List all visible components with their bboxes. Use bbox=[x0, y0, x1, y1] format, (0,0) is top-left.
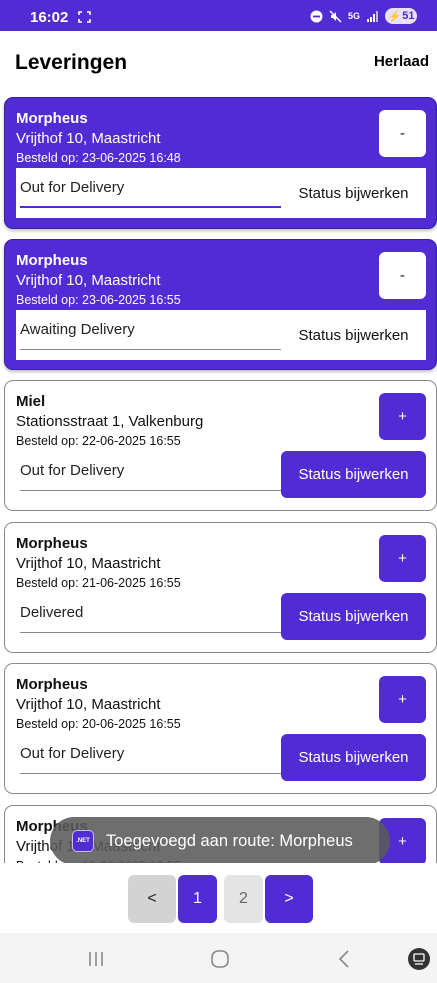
customer-name: Morpheus bbox=[16, 110, 88, 127]
delivery-address: Vrijthof 10, Maastricht bbox=[16, 555, 161, 572]
toast-text: Toegevoegd aan route: Morpheus bbox=[106, 831, 353, 850]
toggle-route-button[interactable]: - bbox=[379, 110, 426, 157]
page-1-button[interactable]: 1 bbox=[178, 875, 217, 923]
toggle-route-button[interactable]: - bbox=[379, 252, 426, 299]
delivery-card[interactable]: Morpheus Vrijthof 10, Maastricht Besteld… bbox=[4, 663, 437, 794]
keyboard-switch-icon[interactable] bbox=[407, 947, 431, 971]
delivery-address: Vrijthof 10, Maastricht bbox=[16, 130, 161, 147]
status-bar: 16:02 5G ⚡ 51 bbox=[0, 0, 437, 31]
delivery-address: Vrijthof 10, Maastricht bbox=[16, 272, 161, 289]
update-status-button[interactable]: Status bijwerken bbox=[281, 451, 426, 498]
update-status-button[interactable]: Status bijwerken bbox=[281, 310, 426, 360]
toggle-route-button[interactable]: + bbox=[379, 393, 426, 440]
customer-name: Morpheus bbox=[16, 676, 88, 693]
delivery-address: Vrijthof 10, Maastricht bbox=[16, 696, 161, 713]
status-row: Delivered Status bijwerken bbox=[16, 593, 426, 643]
system-nav-bar bbox=[0, 933, 437, 983]
update-status-button[interactable]: Status bijwerken bbox=[281, 168, 426, 218]
battery-level: 51 bbox=[402, 10, 415, 22]
customer-name: Morpheus bbox=[16, 252, 88, 269]
prev-page-button[interactable]: < bbox=[128, 875, 176, 923]
status-row: Out for Delivery Status bijwerken bbox=[16, 451, 426, 501]
delivery-address: Stationsstraat 1, Valkenburg bbox=[16, 413, 204, 430]
app-header: Leveringen Herlaad bbox=[0, 31, 437, 93]
order-date: Besteld op: 23-06-2025 16:48 bbox=[16, 151, 181, 165]
status-picker[interactable]: Out for Delivery bbox=[20, 734, 282, 774]
dotnet-icon: .NET bbox=[72, 830, 94, 852]
app-screen: 16:02 5G ⚡ 51 Leveringen Herlaad Morpheus… bbox=[0, 0, 437, 983]
signal-icon bbox=[367, 10, 378, 22]
page-title: Leveringen bbox=[15, 51, 128, 74]
update-status-button[interactable]: Status bijwerken bbox=[281, 593, 426, 640]
charging-icon: ⚡ bbox=[387, 10, 402, 23]
battery-indicator: ⚡ 51 bbox=[385, 8, 417, 24]
reload-button[interactable]: Herlaad bbox=[374, 53, 429, 70]
status-row: Awaiting Delivery Status bijwerken bbox=[16, 310, 426, 360]
recent-apps-icon[interactable] bbox=[85, 948, 107, 970]
order-date: Besteld op: 20-06-2025 16:55 bbox=[16, 717, 181, 731]
toast-notification: .NET Toegevoegd aan route: Morpheus bbox=[50, 817, 390, 865]
status-picker[interactable]: Awaiting Delivery bbox=[20, 310, 282, 350]
status-row: Out for Delivery Status bijwerken bbox=[16, 168, 426, 218]
delivery-card[interactable]: Miel Stationsstraat 1, Valkenburg Bestel… bbox=[4, 380, 437, 511]
status-picker[interactable]: Out for Delivery bbox=[20, 168, 282, 208]
order-date: Besteld op: 21-06-2025 16:55 bbox=[16, 576, 181, 590]
update-status-button[interactable]: Status bijwerken bbox=[281, 734, 426, 781]
status-picker[interactable]: Out for Delivery bbox=[20, 451, 282, 491]
page-2-button[interactable]: 2 bbox=[224, 875, 263, 923]
order-date: Besteld op: 22-06-2025 16:55 bbox=[16, 434, 181, 448]
do-not-disturb-icon bbox=[310, 10, 323, 22]
status-icons: 5G ⚡ 51 bbox=[310, 8, 417, 24]
toggle-route-button[interactable]: + bbox=[379, 676, 426, 723]
status-time: 16:02 bbox=[30, 9, 69, 26]
back-icon[interactable] bbox=[334, 948, 356, 970]
customer-name: Morpheus bbox=[16, 535, 88, 552]
order-date: Besteld op: 23-06-2025 16:55 bbox=[16, 293, 181, 307]
pagination: < 1 2 > bbox=[0, 863, 437, 933]
status-row: Out for Delivery Status bijwerken bbox=[16, 734, 426, 784]
delivery-card[interactable]: Morpheus Vrijthof 10, Maastricht Besteld… bbox=[4, 97, 437, 229]
home-icon[interactable] bbox=[209, 948, 231, 970]
delivery-card[interactable]: Morpheus Vrijthof 10, Maastricht Besteld… bbox=[4, 239, 437, 370]
network-type: 5G bbox=[347, 11, 360, 21]
delivery-card[interactable]: Morpheus Vrijthof 10, Maastricht Besteld… bbox=[4, 522, 437, 653]
next-page-button[interactable]: > bbox=[265, 875, 313, 923]
status-picker[interactable]: Delivered bbox=[20, 593, 282, 633]
mute-icon bbox=[329, 9, 342, 23]
screen-record-icon bbox=[78, 11, 91, 23]
toggle-route-button[interactable]: + bbox=[379, 535, 426, 582]
customer-name: Miel bbox=[16, 393, 46, 410]
